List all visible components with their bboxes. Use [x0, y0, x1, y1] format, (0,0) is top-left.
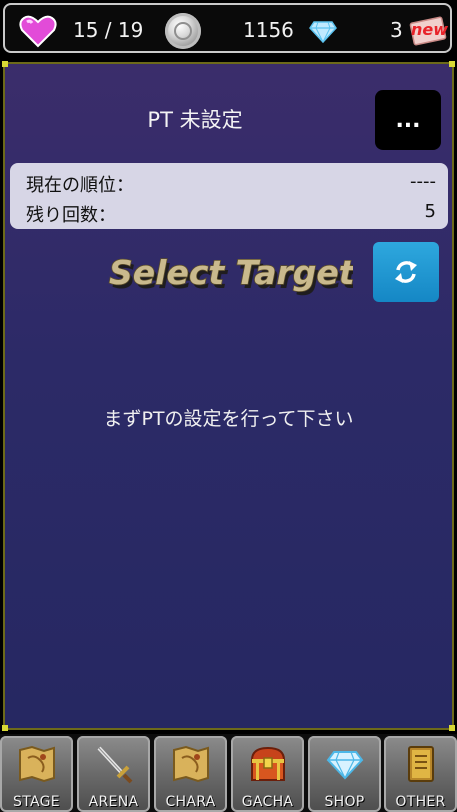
nav-shop-button[interactable]: SHOP [308, 736, 381, 812]
party-status-title: PT 未設定 [147, 108, 243, 132]
setup-party-message: まずPTの設定を行って下さい [103, 408, 354, 430]
map-icon [173, 745, 209, 783]
remaining-value: 5 [424, 201, 436, 222]
nav-gacha-button[interactable]: GACHA [231, 736, 304, 812]
party-menu-button[interactable]: ... [375, 90, 441, 150]
diamond-icon [326, 751, 364, 780]
nav-other-button[interactable]: OTHER [384, 736, 457, 812]
nav-stage-button[interactable]: STAGE [0, 736, 73, 812]
panel-corner [449, 725, 455, 731]
treasure-chest-icon [250, 746, 286, 781]
refresh-icon [395, 261, 417, 283]
rank-info-box: 現在の順位： ---- 残り回数： 5 [10, 163, 448, 229]
refresh-button[interactable] [373, 242, 439, 302]
rank-label: 現在の順位： [26, 175, 134, 196]
panel-corner [449, 61, 455, 67]
panel-corner [2, 61, 8, 67]
gem-count: 3 [390, 18, 403, 42]
nav-chara-label: CHARA [165, 794, 216, 810]
remaining-label: 残り回数： [26, 205, 116, 226]
nav-shop-label: SHOP [324, 794, 365, 810]
rank-value: ---- [410, 171, 436, 192]
status-bar: 15 / 19 1156 3 new [0, 0, 457, 58]
nav-chara-button[interactable]: CHARA [154, 736, 227, 812]
rank-row: 現在の順位： ---- [26, 171, 436, 197]
arena-panel: PT 未設定 ... 現在の順位： ---- 残り回数： 5 Select Ta… [2, 61, 455, 731]
sword-icon [97, 746, 133, 784]
new-badge: new [411, 20, 449, 39]
map-icon [19, 745, 55, 783]
stamina-value: 15 / 19 [73, 18, 144, 42]
book-icon [408, 746, 434, 782]
coin-count: 1156 [243, 18, 294, 42]
status-bar-frame: 15 / 19 1156 3 new [3, 3, 452, 53]
nav-other-label: OTHER [395, 794, 446, 810]
nav-arena-button[interactable]: ARENA [77, 736, 150, 812]
nav-gacha-label: GACHA [241, 794, 294, 810]
bottom-navigation: STAGE ARENA CHARA GACHA SHOP OTHER [0, 734, 457, 812]
panel-corner [2, 725, 8, 731]
silver-coin-icon [165, 13, 201, 49]
nav-stage-label: STAGE [13, 794, 60, 810]
select-target-button[interactable]: Select Target Select Target [103, 250, 353, 300]
heart-icon [19, 15, 57, 48]
select-target-label: Select Target [109, 253, 353, 292]
nav-arena-label: ARENA [88, 794, 139, 810]
diamond-icon [309, 21, 337, 43]
remaining-row: 残り回数： 5 [26, 201, 436, 227]
